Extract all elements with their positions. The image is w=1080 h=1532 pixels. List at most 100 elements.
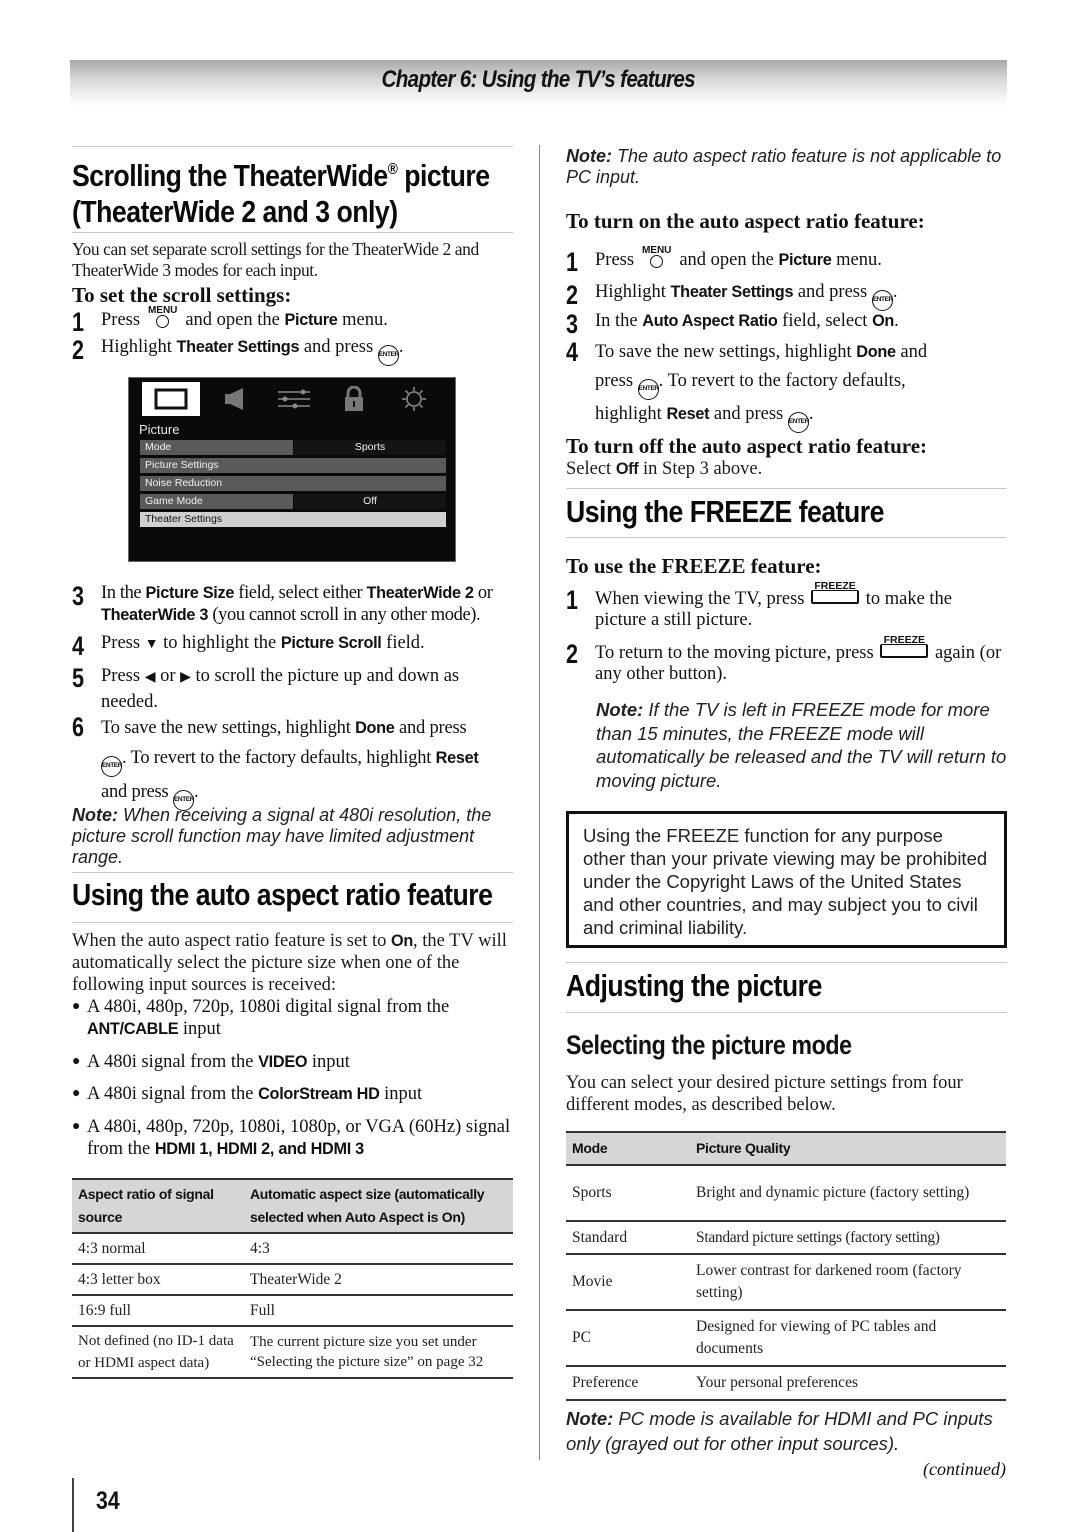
step-text: and press [793, 282, 872, 302]
menu-row-label: Theater Settings [140, 512, 446, 527]
step-text: . To revert to the factory defaults, [658, 371, 906, 391]
column-divider [539, 145, 540, 1460]
step-text: and open the [674, 250, 779, 270]
continued-label: (continued) [923, 1459, 1006, 1479]
audio-speaker-icon [205, 382, 263, 416]
step-text: menu. [831, 250, 882, 270]
ui-term: Reset [435, 749, 479, 767]
menu-row-theater-settings: Theater Settings [140, 512, 446, 527]
input-source-bullet: ● A 480i, 480p, 720p, 1080i digital sign… [72, 996, 513, 1040]
step-number: 2 [72, 335, 85, 365]
tv-picture-menu-screenshot: Picture Mode Sports Picture Settings Noi… [128, 377, 456, 562]
menu-row-noise-reduction: Noise Reduction [140, 476, 446, 491]
freeze-step-2: 2 To return to the moving picture, press… [566, 634, 1007, 685]
menu-row-label: Game Mode [140, 494, 293, 509]
table-row: Sports Bright and dynamic picture (facto… [566, 1165, 1006, 1222]
bullet-text: input [178, 1019, 221, 1039]
ui-term: Picture [284, 311, 338, 329]
on-step-4: 4 To save the new settings, highlight Do… [566, 338, 1007, 433]
table-row: Preference Your personal preferences [566, 1366, 1006, 1401]
menu-row-label: Mode [140, 440, 293, 455]
step-text: In the [101, 583, 146, 603]
ui-term: TheaterWide 2 [366, 584, 474, 602]
table-cell: The current picture size you set under “… [244, 1326, 513, 1379]
step-text: (you cannot scroll in any other mode). [208, 605, 481, 625]
on-step-3: 3 In the Auto Aspect Ratio field, select… [566, 310, 1007, 338]
note-label: Note: [596, 699, 644, 720]
table-cell: 16:9 full [72, 1295, 244, 1327]
body-text: Select [566, 459, 616, 479]
step-text: and open the [180, 310, 285, 330]
chapter-title: Chapter 6: Using the TV’s features [381, 66, 696, 93]
table-cell: TheaterWide 2 [244, 1264, 513, 1296]
table-header: Mode [566, 1131, 690, 1166]
table-header: Picture Quality [690, 1131, 1006, 1166]
body-text: in Step 3 above. [638, 459, 763, 479]
step-text: Press [101, 633, 145, 653]
table-cell: 4:3 letter box [72, 1264, 244, 1296]
chapter-header: Chapter 6: Using the TV’s features [70, 60, 1007, 106]
table-cell: Standard picture settings (factory setti… [690, 1221, 1006, 1255]
scroll-step-5: 5 Press ◀ or ▶ to scroll the picture up … [72, 664, 513, 715]
ui-term: Picture [778, 251, 832, 269]
table-cell: 4:3 normal [72, 1233, 244, 1265]
step-text: field, select [777, 311, 873, 331]
freeze-step-1: 1 When viewing the TV, press FREEZE to m… [566, 580, 1007, 631]
picture-mode-subheading: Selecting the picture mode [566, 1030, 852, 1060]
step-number: 1 [566, 247, 579, 277]
menu-row-label: Picture Settings [140, 458, 446, 473]
table-row: 4:3 normal 4:3 [72, 1233, 513, 1265]
freeze-heading: Using the FREEZE feature [566, 494, 884, 529]
enter-button-icon: ENTER [871, 290, 893, 311]
ui-term: Picture Size [145, 584, 235, 602]
ui-term: On [391, 932, 413, 950]
note-label: Note: [72, 805, 118, 825]
table-cell: Your personal preferences [690, 1366, 1006, 1401]
turn-on-heading: To turn on the auto aspect ratio feature… [566, 209, 925, 233]
ui-term: Picture Scroll [280, 634, 382, 652]
freeze-subheading: To use the FREEZE feature: [566, 554, 822, 578]
auto-aspect-table: Aspect ratio of signal source Automatic … [72, 1178, 513, 1379]
down-arrow-icon: ▼ [144, 637, 159, 652]
step-number: 5 [72, 663, 85, 693]
table-cell: Full [244, 1295, 513, 1327]
step-text: and [895, 342, 928, 362]
table-header: Aspect ratio of signal source [72, 1178, 244, 1234]
ui-term: ColorStream HD [258, 1085, 380, 1103]
table-row: PC Designed for viewing of PC tables and… [566, 1310, 1006, 1367]
table-cell: 4:3 [244, 1233, 513, 1265]
note-text: PC mode is available for HDMI and PC inp… [566, 1408, 993, 1454]
step-number: 4 [72, 631, 85, 661]
ui-term: Theater Settings [176, 338, 300, 356]
heading-text: picture [397, 158, 490, 193]
scroll-subheading: To set the scroll settings: [72, 283, 292, 307]
step-text: press [595, 371, 638, 391]
setup-sliders-icon [265, 382, 323, 416]
ui-term: Off [615, 460, 639, 478]
step-number: 4 [566, 337, 579, 367]
step-text: field, select either [234, 583, 367, 603]
section-rule [72, 922, 513, 923]
input-source-bullet: ● A 480i signal from the ColorStream HD … [72, 1083, 513, 1105]
note-text: When receiving a signal at 480i resoluti… [72, 805, 492, 867]
menu-row-mode: Mode Sports [140, 440, 446, 455]
table-header: Automatic aspect size (automatically sel… [244, 1178, 513, 1234]
section-rule [72, 146, 513, 147]
turn-off-heading: To turn off the auto aspect ratio featur… [566, 434, 928, 458]
step-text: . [808, 404, 814, 424]
section-rule [566, 488, 1007, 489]
step-number: 6 [72, 712, 84, 742]
step-text: To save the new settings, highlight [101, 718, 356, 738]
section-rule [566, 1012, 1007, 1013]
scroll-intro: You can set separate scroll settings for… [72, 239, 479, 280]
left-arrow-icon: ◀ [144, 670, 156, 685]
bullet-text: A 480i signal from the [87, 1084, 259, 1104]
step-text: menu. [337, 310, 388, 330]
auto-aspect-intro: When the auto aspect ratio feature is se… [72, 930, 513, 996]
step-text: and press [394, 718, 467, 738]
menu-title: Picture [139, 422, 180, 437]
ui-term: Auto Aspect Ratio [642, 312, 778, 330]
picture-mode-table: Mode Picture Quality Sports Bright and d… [566, 1131, 1006, 1401]
ui-term: Reset [666, 405, 710, 423]
ui-term: ANT/CABLE [87, 1020, 179, 1038]
